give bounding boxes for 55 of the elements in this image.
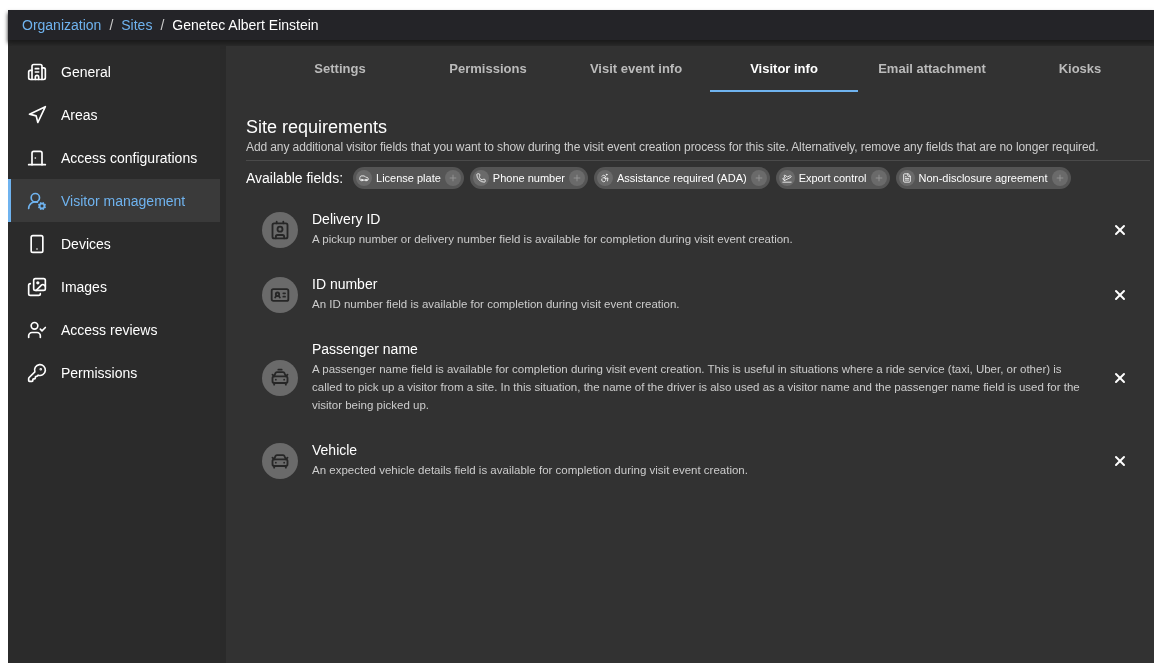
available-fields-label: Available fields:	[246, 170, 344, 186]
field-name: Delivery ID	[312, 211, 382, 227]
navigation-arrow-icon	[27, 104, 47, 125]
sidebar-item[interactable]: Access configurations	[8, 136, 220, 179]
user-check-icon	[27, 319, 47, 340]
section-title: Site requirements	[246, 117, 389, 138]
breadcrumb-separator: /	[160, 17, 165, 33]
field-description: A passenger name field is available for completion during visit event creation. This is useful in situations where a ride service (taxi, Uber, or other) is called to pick up a visitor from a site. In this situation, the name of the driver is also used as a visitor name and the passenger name field is used for the visitor being picked up.	[312, 362, 1081, 413]
add-icon	[1051, 170, 1068, 186]
car-icon	[356, 170, 373, 186]
field-chip[interactable]: Assistance required (ADA)	[594, 167, 770, 189]
key-icon	[27, 362, 47, 383]
tab[interactable]: Visit event info	[562, 46, 710, 92]
sidebar-item[interactable]: General	[8, 50, 220, 93]
add-icon	[750, 170, 767, 186]
tab[interactable]: Visitor info	[710, 46, 858, 92]
sidebar-item[interactable]: Areas	[8, 93, 220, 136]
breadcrumb-separator: /	[109, 17, 114, 33]
field-chip[interactable]: Non-disclosure agreement	[895, 167, 1071, 189]
sidebar-item[interactable]: Images	[8, 265, 220, 308]
field-name: Vehicle	[312, 442, 359, 458]
images-icon	[27, 276, 47, 297]
building-icon	[27, 61, 47, 82]
wheelchair-icon	[597, 170, 614, 186]
field-chip[interactable]: License plate	[353, 167, 464, 189]
breadcrumb-current: Genetec Albert Einstein	[172, 17, 319, 33]
field-name: Passenger name	[312, 341, 419, 357]
phone-icon	[27, 233, 47, 254]
id-card-icon	[262, 276, 298, 313]
sidebar-item[interactable]: Access reviews	[8, 308, 220, 351]
field-chip[interactable]: Phone number	[469, 167, 589, 189]
tab[interactable]: Permissions	[414, 46, 562, 92]
field-description: A pickup number or delivery number field is available for completion during visit event creation.	[312, 232, 794, 247]
field-name: ID number	[312, 276, 379, 292]
phone-icon	[472, 170, 489, 186]
sidebar-item[interactable]: Visitor management	[8, 179, 220, 222]
car-icon	[262, 442, 298, 479]
breadcrumb-link[interactable]: Organization	[22, 17, 102, 33]
field-description: An ID number field is available for completion during visit event creation.	[312, 297, 681, 312]
add-icon	[444, 170, 461, 186]
tab[interactable]: Email attachment	[858, 46, 1006, 92]
add-icon	[569, 170, 586, 186]
tab[interactable]: Settings	[266, 46, 414, 92]
tab[interactable]: Kiosks	[1006, 46, 1154, 92]
section-description: Add any additional visitor fields that you want to show during the visit event creation process for this site. Alternatively, remove any fields that are no longer required.	[246, 138, 1150, 161]
plane-icon	[778, 170, 795, 186]
add-icon	[870, 170, 887, 186]
document-icon	[898, 170, 915, 186]
sidebar-item[interactable]: Permissions	[8, 351, 220, 394]
badge-icon	[262, 211, 298, 248]
taxi-icon	[262, 359, 298, 396]
field-chip[interactable]: Export control	[775, 167, 890, 189]
breadcrumb-link[interactable]: Sites	[121, 17, 153, 33]
field-description: An expected vehicle details field is available for completion during visit event creation.	[312, 463, 749, 478]
sidebar-item[interactable]: Devices	[8, 222, 220, 265]
